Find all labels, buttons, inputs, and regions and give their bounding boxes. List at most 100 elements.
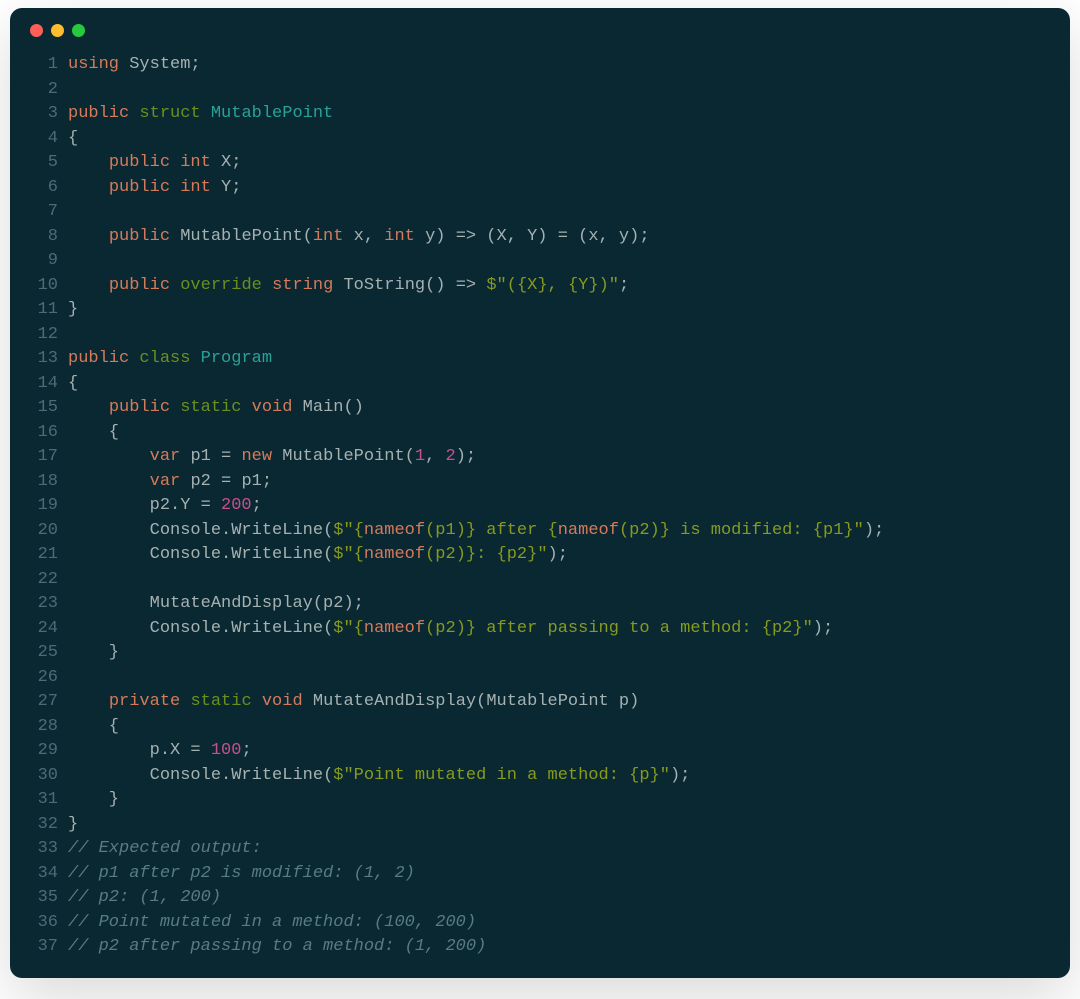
code-token: ); [548, 545, 568, 564]
code-token: void [262, 692, 313, 711]
line-number: 17 [10, 445, 68, 470]
code-token: ( [323, 766, 333, 785]
line-number: 33 [10, 837, 68, 862]
code-token: { [354, 619, 364, 638]
code-token: int [313, 227, 354, 246]
code-token: new [241, 447, 282, 466]
line-number: 18 [10, 470, 68, 495]
code-content: // Expected output: [68, 837, 262, 862]
code-content [68, 78, 78, 103]
code-token: WriteLine [231, 521, 323, 540]
code-line: 1using System; [10, 53, 1070, 78]
code-line: 6 public int Y; [10, 176, 1070, 201]
code-line: 19 p2.Y = 200; [10, 494, 1070, 519]
code-line: 28 { [10, 715, 1070, 740]
code-token: override [180, 276, 272, 295]
code-line: 26 [10, 666, 1070, 691]
line-number: 29 [10, 739, 68, 764]
code-line: 25 } [10, 641, 1070, 666]
code-token: var [150, 472, 191, 491]
code-line: 11} [10, 298, 1070, 323]
line-number: 30 [10, 764, 68, 789]
code-token: 2 [446, 447, 456, 466]
code-content: Console.WriteLine($"Point mutated in a m… [68, 764, 690, 789]
code-token: WriteLine [231, 766, 323, 785]
code-content: { [68, 421, 119, 446]
code-content: private static void MutateAndDisplay(Mut… [68, 690, 639, 715]
code-token: MutablePoint [180, 227, 302, 246]
code-token: MutateAndDisplay [150, 594, 313, 613]
code-token: public [109, 227, 180, 246]
code-line: 16 { [10, 421, 1070, 446]
code-token: y) => (X, Y) = (x, y); [425, 227, 649, 246]
code-line: 18 var p2 = p1; [10, 470, 1070, 495]
code-token: { [68, 129, 78, 148]
code-content: } [68, 641, 119, 666]
code-content [68, 200, 78, 225]
code-token [68, 447, 150, 466]
code-token: ( [476, 692, 486, 711]
code-content: Console.WriteLine($"{nameof(p2)}: {p2}")… [68, 543, 568, 568]
line-number: 22 [10, 568, 68, 593]
line-number: 8 [10, 225, 68, 250]
code-token: Console. [68, 545, 231, 564]
code-token: var [150, 447, 191, 466]
code-token [68, 594, 150, 613]
code-token: { [68, 374, 78, 393]
line-number: 2 [10, 78, 68, 103]
code-content: Console.WriteLine($"{nameof(p1)} after {… [68, 519, 884, 544]
code-token: {X} [517, 276, 548, 295]
code-line: 33// Expected output: [10, 837, 1070, 862]
zoom-icon[interactable] [72, 24, 85, 37]
code-line: 36// Point mutated in a method: (100, 20… [10, 911, 1070, 936]
code-token: MutablePoint [282, 447, 404, 466]
code-token: nameof [364, 545, 425, 564]
code-token: MutateAndDisplay [313, 692, 476, 711]
code-token: System; [129, 55, 200, 74]
code-token: Program [201, 349, 272, 368]
code-token [68, 153, 109, 172]
code-line: 2 [10, 78, 1070, 103]
code-line: 32} [10, 813, 1070, 838]
code-token: { [354, 545, 364, 564]
code-token [68, 692, 109, 711]
line-number: 11 [10, 298, 68, 323]
code-token: public [68, 349, 139, 368]
code-token: nameof [558, 521, 619, 540]
code-token: {Y} [568, 276, 599, 295]
code-token: public [68, 104, 139, 123]
code-token: ); [456, 447, 476, 466]
line-number: 15 [10, 396, 68, 421]
code-token: p2.Y = [68, 496, 221, 515]
code-line: 24 Console.WriteLine($"{nameof(p2)} afte… [10, 617, 1070, 642]
code-content: public class Program [68, 347, 272, 372]
code-token: Main [303, 398, 344, 417]
code-token: $"Point mutated in a method: [333, 766, 629, 785]
line-number: 26 [10, 666, 68, 691]
code-line: 10 public override string ToString() => … [10, 274, 1070, 299]
code-content: public struct MutablePoint [68, 102, 333, 127]
code-content: // p2 after passing to a method: (1, 200… [68, 935, 486, 960]
minimize-icon[interactable] [51, 24, 64, 37]
code-token: () [343, 398, 363, 417]
close-icon[interactable] [30, 24, 43, 37]
code-token: int [180, 153, 221, 172]
code-token: string [272, 276, 343, 295]
code-token: // p2 after passing to a method: (1, 200… [68, 937, 486, 956]
code-token: // Expected output: [68, 839, 262, 858]
code-token: after passing to a method: [476, 619, 762, 638]
code-token: $" [333, 545, 353, 564]
line-number: 21 [10, 543, 68, 568]
code-token: nameof [364, 619, 425, 638]
code-token: {p1} [813, 521, 854, 540]
code-token: int [384, 227, 425, 246]
code-token: struct [139, 104, 210, 123]
code-line: 14{ [10, 372, 1070, 397]
code-line: 5 public int X; [10, 151, 1070, 176]
code-token: int [180, 178, 221, 197]
line-number: 3 [10, 102, 68, 127]
code-token: p1 = [190, 447, 241, 466]
code-line: 23 MutateAndDisplay(p2); [10, 592, 1070, 617]
code-line: 35// p2: (1, 200) [10, 886, 1070, 911]
line-number: 9 [10, 249, 68, 274]
